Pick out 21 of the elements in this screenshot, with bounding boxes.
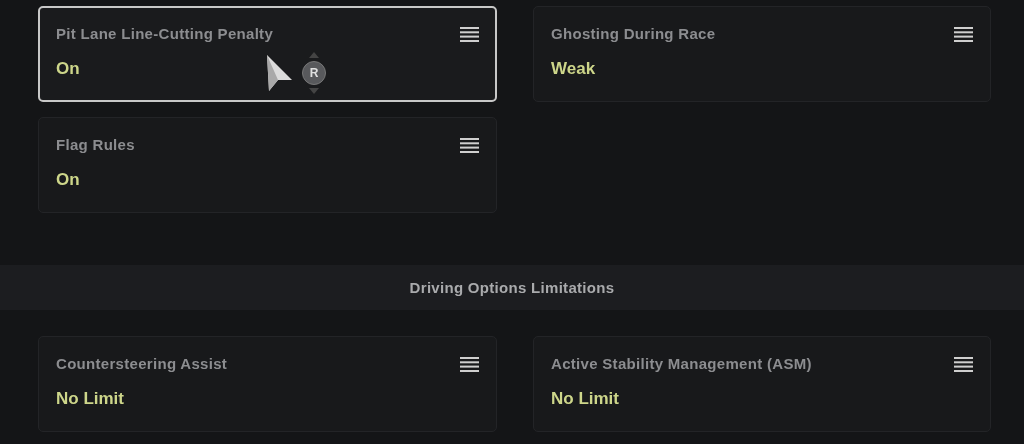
option-label: Ghosting During Race [551, 25, 716, 42]
menu-icon [460, 138, 479, 153]
pointer-icon [266, 54, 293, 92]
menu-icon [460, 357, 479, 372]
option-label: Pit Lane Line-Cutting Penalty [56, 25, 274, 42]
option-value: No Limit [551, 389, 619, 409]
option-card[interactable]: Ghosting During Race Weak [533, 6, 991, 102]
option-value: On [56, 170, 80, 190]
option-card[interactable]: Countersteering Assist No Limit [38, 336, 497, 432]
option-label: Active Stability Management (ASM) [551, 355, 812, 372]
option-value: No Limit [56, 389, 124, 409]
option-card[interactable]: Active Stability Management (ASM) No Limit [533, 336, 991, 432]
option-label: Countersteering Assist [56, 355, 228, 372]
menu-icon [954, 27, 973, 42]
menu-icon [954, 357, 973, 372]
option-value: On [56, 59, 80, 79]
section-title: Driving Options Limitations [409, 279, 615, 296]
option-label: Flag Rules [56, 136, 135, 153]
option-value: Weak [551, 59, 596, 79]
menu-icon [460, 27, 479, 42]
option-card[interactable]: Flag Rules On [38, 117, 497, 213]
